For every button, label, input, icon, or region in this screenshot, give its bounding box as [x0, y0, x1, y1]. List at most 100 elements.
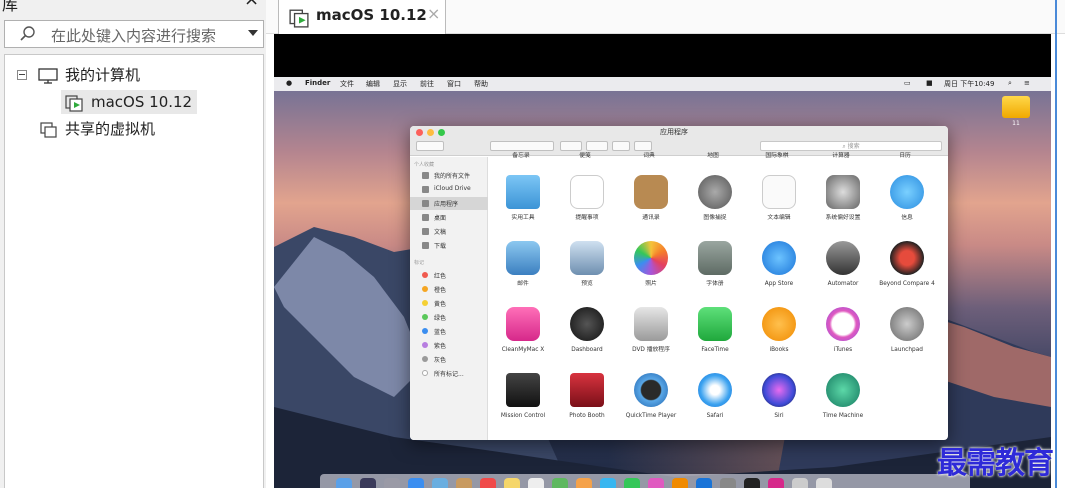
tree-item-shared[interactable]: 共享的虚拟机: [38, 117, 238, 141]
ibooks-icon[interactable]: [672, 478, 688, 488]
monitor-icon: [38, 68, 58, 84]
menu-file[interactable]: 文件: [340, 79, 354, 89]
app-beyond-compare[interactable]: Beyond Compare 4: [875, 241, 939, 288]
safari-icon[interactable]: [408, 478, 424, 488]
menu-go[interactable]: 前往: [420, 79, 434, 89]
vm-screen[interactable]: ● Finder 文件 编辑 显示 前往 窗口 帮助 ▭ ■ 周日 下午10:4…: [274, 34, 1051, 488]
menu-view[interactable]: 显示: [393, 79, 407, 89]
calendar-icon[interactable]: [480, 478, 496, 488]
app-safari[interactable]: Safari: [683, 373, 747, 420]
app-siri[interactable]: Siri: [747, 373, 811, 420]
sidebar-tag-orange[interactable]: 橙色: [410, 283, 488, 296]
app-label-cut: 备忘录: [512, 153, 530, 159]
terminal-icon[interactable]: [744, 478, 760, 488]
minimize-window-button[interactable]: [427, 129, 434, 136]
close-window-button[interactable]: [416, 129, 423, 136]
sidebar-tag-green[interactable]: 绿色: [410, 311, 488, 324]
menu-window[interactable]: 窗口: [447, 79, 461, 89]
back-forward-button[interactable]: [416, 141, 444, 151]
watermark-logo: 最需教育: [937, 446, 1054, 481]
app-utilities[interactable]: 实用工具: [491, 175, 555, 222]
menu-finder[interactable]: Finder: [305, 79, 330, 87]
app-image-capture[interactable]: 图像捕捉: [683, 175, 747, 222]
app-cleanmymac[interactable]: CleanMyMac X: [491, 307, 555, 354]
siri-icon[interactable]: [360, 478, 376, 488]
contacts-icon[interactable]: [456, 478, 472, 488]
apple-menu-icon[interactable]: ●: [286, 79, 292, 87]
facetime-icon[interactable]: [624, 478, 640, 488]
messages-icon[interactable]: [600, 478, 616, 488]
app-label-cut: 词典: [643, 153, 655, 159]
app-app-store[interactable]: App Store: [747, 241, 811, 288]
app-mission-control[interactable]: Mission Control: [491, 373, 555, 420]
app-dvd-player[interactable]: DVD 播放程序: [619, 307, 683, 354]
app-mail[interactable]: 邮件: [491, 241, 555, 288]
mail-icon[interactable]: [432, 478, 448, 488]
sidebar-tag-yellow[interactable]: 黄色: [410, 297, 488, 310]
chevron-down-icon[interactable]: [248, 30, 258, 36]
sidebar-tag-red[interactable]: 红色: [410, 269, 488, 282]
tree-item-my-computer[interactable]: 我的计算机: [38, 63, 238, 87]
app-reminders[interactable]: 提醒事项: [555, 175, 619, 222]
sidebar-item-desktop[interactable]: 桌面: [410, 211, 488, 224]
tree-item-macos[interactable]: macOS 10.12: [61, 90, 197, 114]
app-ibooks[interactable]: iBooks: [747, 307, 811, 354]
tag-dot-icon: [422, 356, 428, 362]
desktop-drive[interactable]: 11: [1002, 96, 1030, 127]
cleanmymac-icon[interactable]: [768, 478, 784, 488]
airplay-icon[interactable]: ▭: [904, 79, 911, 87]
finder-icon[interactable]: [336, 478, 352, 488]
app-store-icon[interactable]: [696, 478, 712, 488]
app-font-book[interactable]: 字体册: [683, 241, 747, 288]
sidebar-item-all-files[interactable]: 我的所有文件: [410, 169, 488, 182]
notes-icon[interactable]: [504, 478, 520, 488]
system-preferences-icon[interactable]: [720, 478, 736, 488]
app-system-preferences[interactable]: 系统偏好设置: [811, 175, 875, 222]
trash-icon[interactable]: [816, 478, 832, 488]
menubar-clock[interactable]: 周日 下午10:49: [944, 79, 994, 89]
app-photos[interactable]: 照片: [619, 241, 683, 288]
zoom-window-button[interactable]: [438, 129, 445, 136]
sidebar-item-applications[interactable]: 应用程序: [410, 197, 488, 210]
close-tab-icon[interactable]: ×: [427, 4, 440, 23]
spotlight-icon[interactable]: ⌕: [1008, 79, 1012, 88]
search-input[interactable]: 在此处键入内容进行搜索: [4, 20, 264, 48]
app-time-machine[interactable]: Time Machine: [811, 373, 875, 420]
itunes-icon[interactable]: [648, 478, 664, 488]
input-method-icon[interactable]: ■: [926, 79, 933, 87]
sidebar-tag-blue[interactable]: 蓝色: [410, 325, 488, 338]
sidebar-tag-purple[interactable]: 紫色: [410, 339, 488, 352]
menu-list-icon[interactable]: ≡: [1024, 79, 1030, 87]
sidebar-item-documents[interactable]: 文稿: [410, 225, 488, 238]
app-photo-booth[interactable]: Photo Booth: [555, 373, 619, 420]
reminders-icon[interactable]: [528, 478, 544, 488]
app-preview[interactable]: 预览: [555, 241, 619, 288]
app-itunes[interactable]: iTunes: [811, 307, 875, 354]
app-launchpad[interactable]: Launchpad: [875, 307, 939, 354]
sidebar-item-icloud[interactable]: iCloud Drive: [410, 183, 488, 196]
menu-edit[interactable]: 编辑: [366, 79, 380, 89]
app-dashboard[interactable]: Dashboard: [555, 307, 619, 354]
tag-dot-icon: [422, 300, 428, 306]
launchpad-icon[interactable]: [384, 478, 400, 488]
photos-icon[interactable]: [576, 478, 592, 488]
app-quicktime[interactable]: QuickTime Player: [619, 373, 683, 420]
close-icon[interactable]: ×: [244, 0, 259, 10]
downloads-stack-icon[interactable]: [792, 478, 808, 488]
maps-icon[interactable]: [552, 478, 568, 488]
app-automator[interactable]: Automator: [811, 241, 875, 288]
vmware-window: 库 × 在此处键入内容进行搜索 我的计算机: [0, 0, 1065, 488]
macos-dock: [320, 474, 970, 488]
app-textedit[interactable]: 文本编辑: [747, 175, 811, 222]
collapse-icon[interactable]: [17, 70, 27, 80]
sidebar-tag-gray[interactable]: 灰色: [410, 353, 488, 366]
siri-icon: [762, 373, 796, 407]
app-contacts[interactable]: 通讯录: [619, 175, 683, 222]
app-messages[interactable]: 信息: [875, 175, 939, 222]
tab-label: macOS 10.12: [316, 6, 427, 24]
sidebar-tag-all[interactable]: 所有标记...: [410, 367, 488, 380]
sidebar-item-downloads[interactable]: 下载: [410, 239, 488, 252]
app-facetime[interactable]: FaceTime: [683, 307, 747, 354]
menu-help[interactable]: 帮助: [474, 79, 488, 89]
tab-macos[interactable]: macOS 10.12 ×: [278, 0, 446, 34]
